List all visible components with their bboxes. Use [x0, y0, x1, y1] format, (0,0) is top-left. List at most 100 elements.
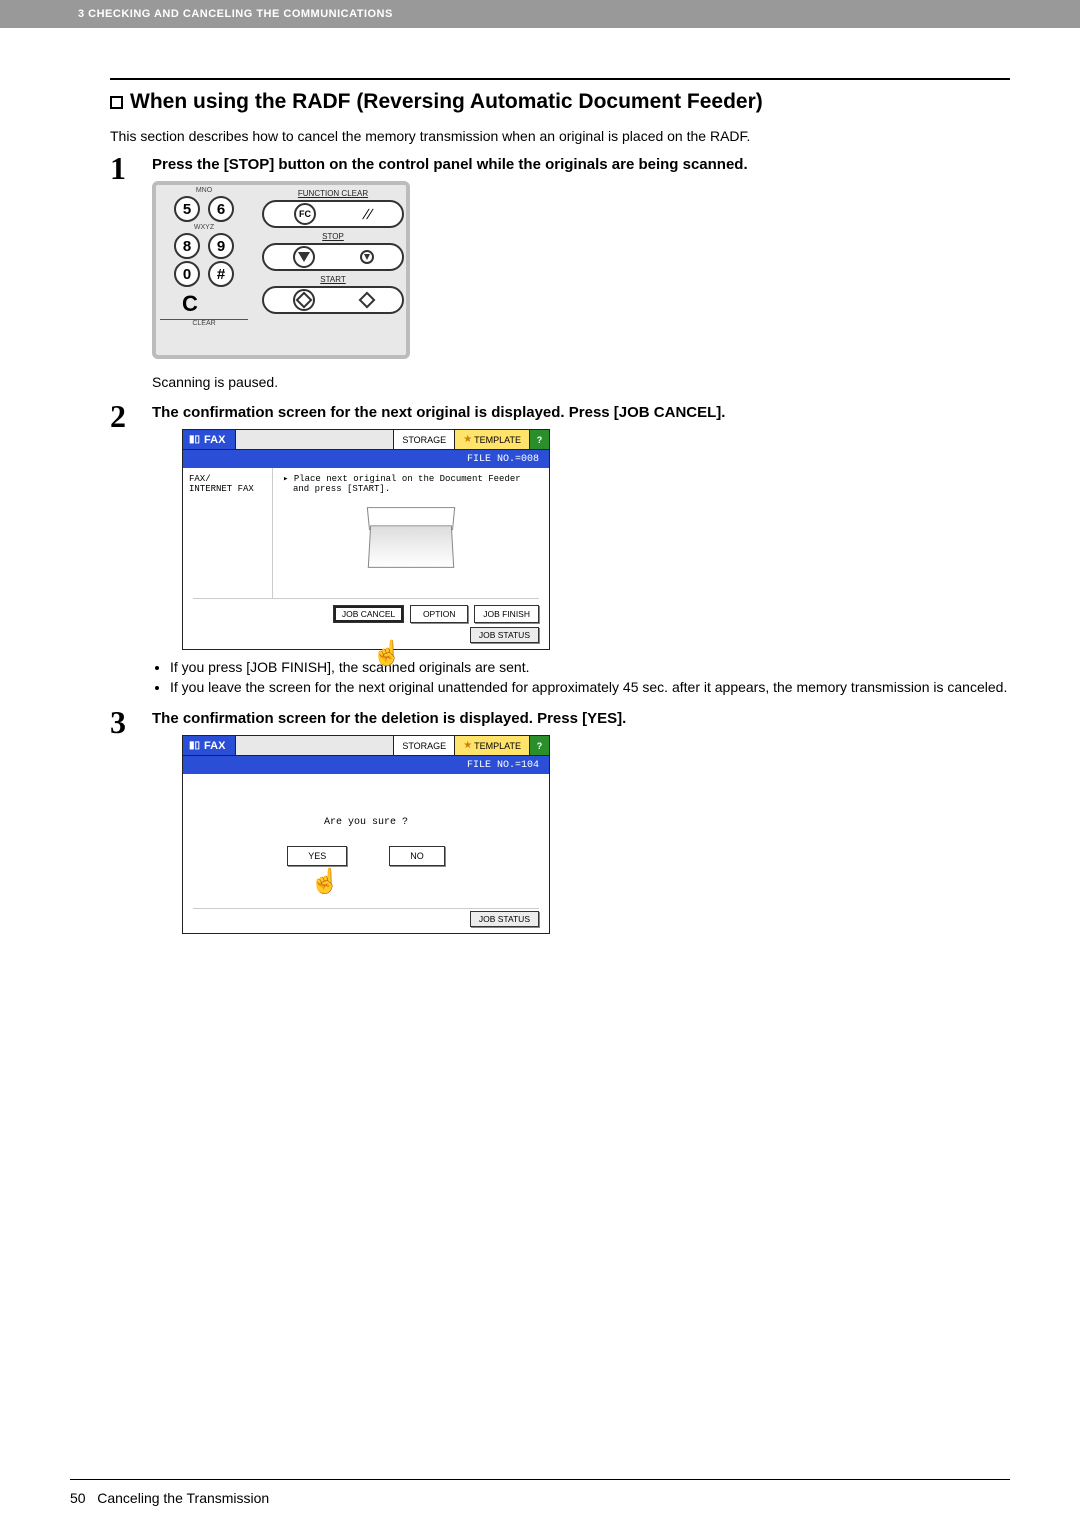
stop-circle-icon: [293, 246, 315, 268]
page-content: When using the RADF (Reversing Automatic…: [0, 28, 1080, 934]
key-0[interactable]: 0: [174, 261, 200, 287]
chapter-label: 3 CHECKING AND CANCELING THE COMMUNICATI…: [78, 8, 393, 20]
step-bullets: If you press [JOB FINISH], the scanned o…: [170, 658, 1010, 696]
pointer-hand-icon: ☝: [310, 867, 340, 896]
file-number-band: FILE NO.=104: [183, 756, 549, 774]
page-header: 3 CHECKING AND CANCELING THE COMMUNICATI…: [0, 0, 1080, 28]
template-label: TEMPLATE: [474, 741, 521, 751]
job-finish-button[interactable]: JOB FINISH: [474, 605, 539, 623]
step-1: 1 Press the [STOP] button on the control…: [110, 156, 1010, 390]
file-number: FILE NO.=104: [467, 760, 539, 771]
template-button[interactable]: ★ TEMPLATE: [454, 430, 529, 449]
star-icon: ★: [463, 434, 472, 445]
control-column: FUNCTION CLEAR FC // STOP START: [256, 185, 410, 322]
control-panel-figure: MNO 5 6 WXYZ 8 9 0 # C CLEAR FUNCTION CL: [152, 181, 410, 359]
fax-tab[interactable]: ▮▯ FAX: [183, 736, 236, 755]
start-circle-icon: [293, 289, 315, 311]
side-text: FAX/ INTERNET FAX: [189, 474, 254, 494]
lcd-main: ▸ Place next original on the Document Fe…: [273, 468, 549, 598]
start-button[interactable]: [262, 286, 404, 314]
yes-no-row: YES NO: [287, 846, 445, 866]
function-clear-label: FUNCTION CLEAR: [262, 189, 404, 198]
page-footer: 50 Canceling the Transmission: [70, 1490, 269, 1506]
footer-rule: [70, 1479, 1010, 1480]
rule-top: [110, 78, 1010, 80]
no-button[interactable]: NO: [389, 846, 445, 866]
fax-tab[interactable]: ▮▯ FAX: [183, 430, 236, 449]
msg-line-1: ▸ Place next original on the Document Fe…: [283, 474, 539, 484]
step-3: 3 The confirmation screen for the deleti…: [110, 710, 1010, 934]
fax-tab-label: FAX: [204, 740, 225, 752]
section-title-text: When using the RADF (Reversing Automatic…: [130, 90, 763, 113]
scanner-illustration-icon: [363, 504, 459, 574]
job-status-button[interactable]: JOB STATUS: [470, 911, 539, 927]
stop-button[interactable]: [262, 243, 404, 271]
step-heading: Press the [STOP] button on the control p…: [152, 156, 1010, 173]
function-clear-button[interactable]: FC //: [262, 200, 404, 228]
status-row: JOB STATUS: [183, 909, 549, 933]
fax-icon: ▮▯: [189, 740, 200, 751]
confirm-text: Are you sure ?: [324, 817, 408, 828]
yes-button[interactable]: YES: [287, 846, 347, 866]
option-button[interactable]: OPTION: [410, 605, 468, 623]
down-triangle-icon: [298, 252, 310, 262]
job-cancel-button[interactable]: JOB CANCEL: [333, 605, 404, 623]
diamond-icon: [296, 292, 313, 309]
pointer-hand-icon: ☝: [372, 639, 402, 668]
bullet-1: If you press [JOB FINISH], the scanned o…: [170, 658, 1010, 676]
step-2: 2 The confirmation screen for the next o…: [110, 404, 1010, 696]
key-9[interactable]: 9: [208, 233, 234, 259]
keypad-label-mno: MNO: [160, 187, 248, 194]
fax-icon: ▮▯: [189, 434, 200, 445]
keypad-label-clear: CLEAR: [160, 319, 248, 327]
status-row: JOB STATUS: [183, 625, 549, 649]
fc-circle-icon: FC: [294, 203, 316, 225]
fax-tab-label: FAX: [204, 434, 225, 446]
start-label: START: [262, 275, 404, 284]
storage-button[interactable]: STORAGE: [393, 736, 454, 755]
lcd-screen-next-original: ▮▯ FAX STORAGE ★ TEMPLATE ? FILE NO.=008…: [182, 429, 550, 650]
key-6[interactable]: 6: [208, 196, 234, 222]
keypad-label-wxyz: WXYZ: [160, 224, 248, 231]
help-button[interactable]: ?: [529, 430, 549, 449]
slash-icon: //: [361, 206, 375, 222]
lcd-body: Are you sure ? YES NO: [183, 774, 549, 908]
lcd-titlebar: ▮▯ FAX STORAGE ★ TEMPLATE ?: [183, 430, 549, 450]
page-number: 50: [70, 1490, 86, 1506]
lcd-body: FAX/ INTERNET FAX ▸ Place next original …: [183, 468, 549, 598]
diamond-outline-icon: [359, 292, 376, 309]
file-number-band: FILE NO.=008: [183, 450, 549, 468]
template-button[interactable]: ★ TEMPLATE: [454, 736, 529, 755]
section-intro: This section describes how to cancel the…: [110, 128, 1010, 144]
section-title: When using the RADF (Reversing Automatic…: [110, 90, 1010, 114]
key-clear-c[interactable]: C: [160, 291, 220, 317]
msg-line-2: and press [START].: [283, 484, 539, 494]
lcd-button-row: JOB CANCEL OPTION JOB FINISH: [183, 599, 549, 625]
step-number: 2: [110, 398, 126, 435]
key-hash[interactable]: #: [208, 261, 234, 287]
file-number: FILE NO.=008: [467, 454, 539, 465]
titlebar-spacer: [236, 736, 393, 755]
bullet-2: If you leave the screen for the next ori…: [170, 678, 1010, 696]
job-status-button[interactable]: JOB STATUS: [470, 627, 539, 643]
stop-outline-icon: [360, 250, 374, 264]
lcd-titlebar: ▮▯ FAX STORAGE ★ TEMPLATE ?: [183, 736, 549, 756]
star-icon: ★: [463, 740, 472, 751]
key-8[interactable]: 8: [174, 233, 200, 259]
footer-title: Canceling the Transmission: [97, 1490, 269, 1506]
template-label: TEMPLATE: [474, 435, 521, 445]
lcd-screen-confirm-delete: ▮▯ FAX STORAGE ★ TEMPLATE ? FILE NO.=104…: [182, 735, 550, 934]
keypad: MNO 5 6 WXYZ 8 9 0 # C CLEAR: [156, 185, 252, 329]
storage-button[interactable]: STORAGE: [393, 430, 454, 449]
titlebar-spacer: [236, 430, 393, 449]
lcd-side-label: FAX/ INTERNET FAX: [183, 468, 273, 598]
help-button[interactable]: ?: [529, 736, 549, 755]
square-bullet-icon: [110, 96, 123, 109]
key-5[interactable]: 5: [174, 196, 200, 222]
step-number: 3: [110, 704, 126, 741]
step-number: 1: [110, 150, 126, 187]
step-heading: The confirmation screen for the deletion…: [152, 710, 1010, 727]
step-note: Scanning is paused.: [152, 374, 1010, 390]
stop-label: STOP: [262, 232, 404, 241]
step-heading: The confirmation screen for the next ori…: [152, 404, 1010, 421]
